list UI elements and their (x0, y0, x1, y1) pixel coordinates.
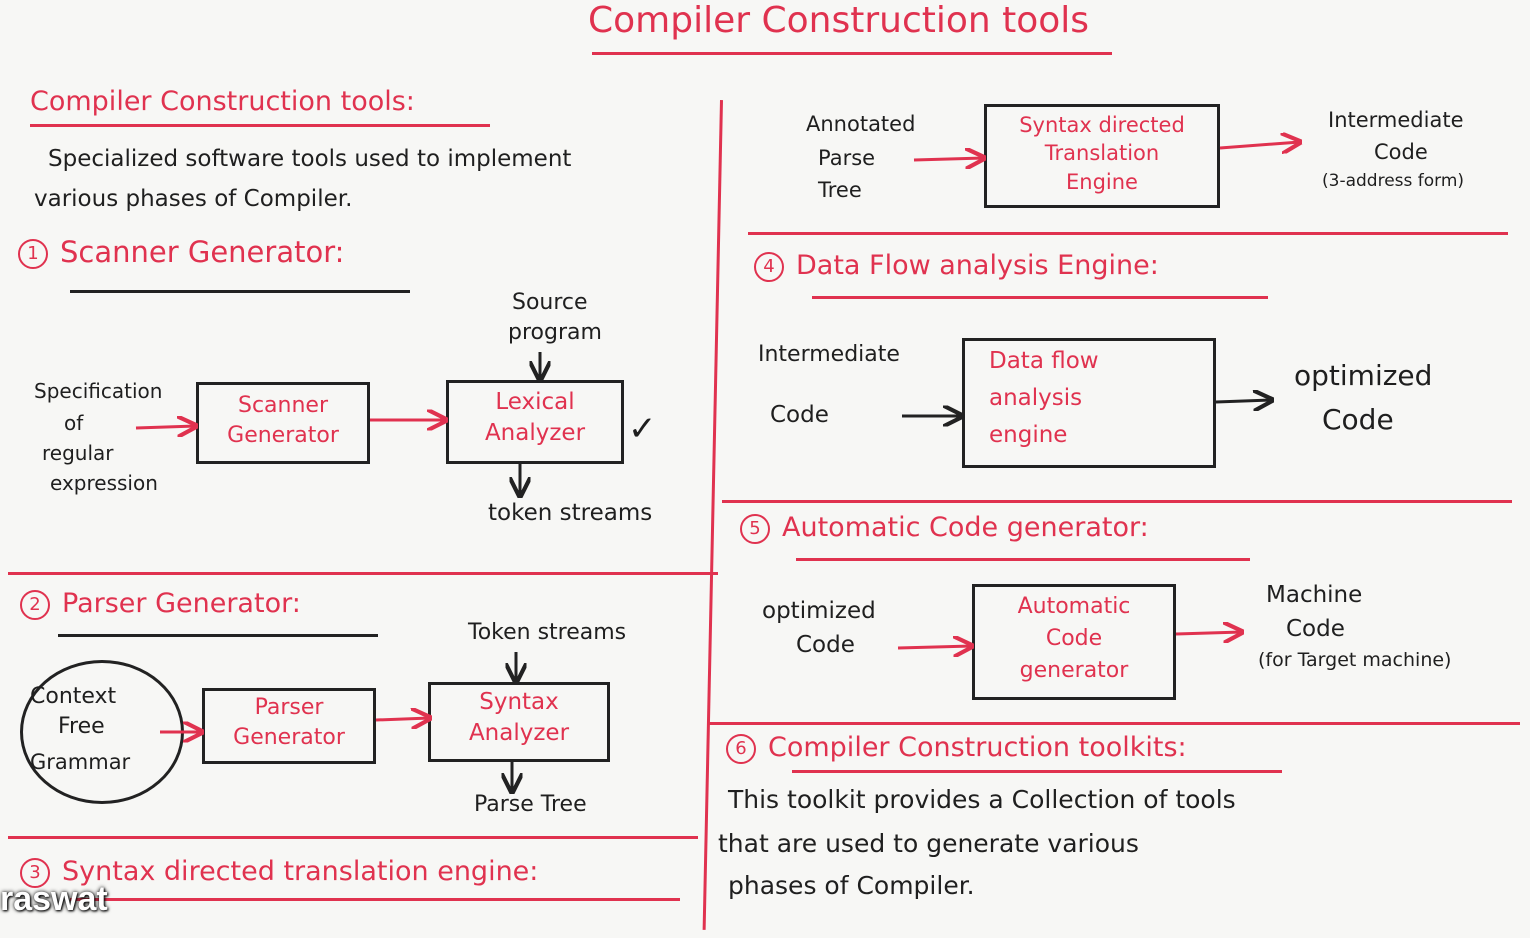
s5-arrow-output (1175, 632, 1242, 634)
arrows-layer (135, 0, 1530, 938)
whiteboard: Compiler Construction tools Compiler Con… (0, 0, 1530, 938)
watermark-logo: raswat (0, 880, 108, 918)
s2-arrow-mid (375, 718, 430, 720)
s3-arrow-output (1219, 142, 1300, 148)
s3-arrow-input (913, 158, 984, 160)
s1-arrow-input (135, 426, 196, 428)
s4-arrow-output (1215, 400, 1272, 402)
s5-arrow-input (897, 646, 972, 648)
